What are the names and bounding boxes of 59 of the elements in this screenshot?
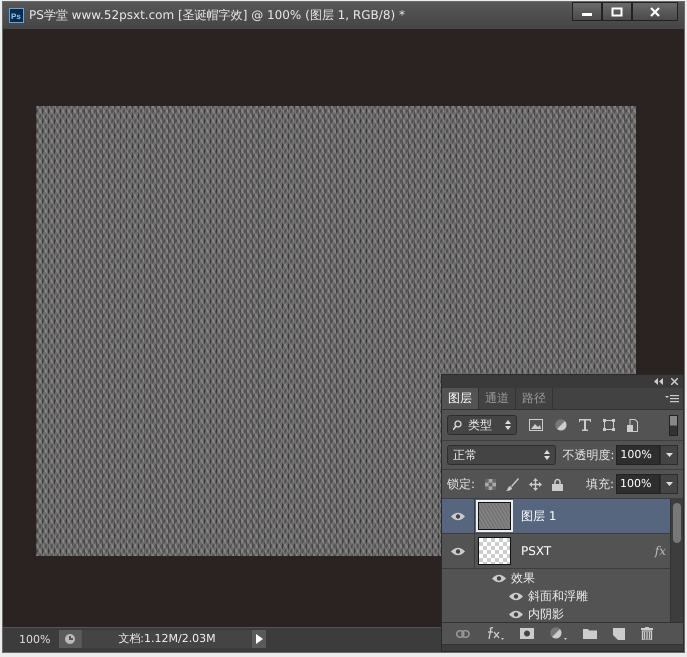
add-style-icon[interactable] — [486, 627, 504, 640]
layer-thumbnail — [478, 502, 511, 530]
effect-name: 内阴影 — [528, 606, 564, 622]
effects-label: 效果 — [511, 570, 535, 586]
lock-transparency-icon[interactable] — [485, 478, 496, 490]
effect-row[interactable]: 内阴影 — [442, 605, 670, 622]
trash-icon[interactable] — [641, 627, 653, 640]
maximize-icon[interactable] — [611, 6, 623, 16]
up-down-arrows-icon[interactable] — [505, 420, 511, 430]
lock-label: 锁定: — [447, 476, 476, 492]
layer-thumbnail — [478, 537, 511, 565]
up-down-arrows-icon[interactable] — [544, 450, 550, 460]
padlock-icon[interactable] — [552, 478, 564, 490]
image-filter-icon[interactable] — [529, 419, 543, 431]
link-icon[interactable] — [456, 630, 470, 638]
maximize-button[interactable] — [602, 2, 632, 21]
effects-row[interactable]: 效果 — [442, 569, 670, 587]
window-title: PS学堂 www.52psxt.com [圣诞帽字效] @ 100% (图层 1, RGB/8) * — [29, 7, 405, 24]
resize-grip[interactable] — [442, 645, 683, 651]
type-filter-icon[interactable] — [579, 419, 591, 431]
zoom-level[interactable]: 100% — [3, 632, 53, 646]
smart-object-filter-icon[interactable] — [627, 418, 638, 432]
move-icon[interactable] — [529, 478, 542, 490]
collapse-icon[interactable] — [654, 378, 663, 385]
app-logo-icon: Ps — [9, 8, 24, 23]
blend-mode-dropdown[interactable]: 正常 — [447, 445, 556, 465]
opacity-field[interactable]: 100% — [616, 445, 660, 465]
effect-row[interactable]: 斜面和浮雕 — [442, 587, 670, 605]
panel-tab[interactable]: 通道 — [479, 388, 516, 409]
layer-name: PSXT — [521, 544, 552, 558]
new-layer-icon[interactable] — [613, 628, 625, 640]
layer-name: 图层 1 — [521, 508, 556, 524]
adjustment-filter-icon[interactable] — [555, 419, 567, 431]
document-size-info: 文档:1.12M/2.03M — [81, 630, 252, 648]
panel-tab[interactable]: 图层 — [442, 388, 479, 409]
fill-label: 填充: — [586, 476, 614, 492]
effect-name: 斜面和浮雕 — [528, 588, 588, 604]
minimize-button[interactable] — [572, 2, 602, 21]
caret-icon[interactable] — [666, 453, 673, 457]
close-icon[interactable] — [671, 378, 678, 385]
caret-icon[interactable] — [666, 482, 672, 486]
document-status-icon[interactable] — [59, 630, 81, 648]
fill-field[interactable]: 100% — [616, 474, 660, 494]
adjustment-layer-icon[interactable] — [550, 627, 567, 640]
filter-dropdown[interactable]: 类型 — [447, 415, 517, 435]
fill-dropdown-button[interactable] — [660, 474, 678, 494]
search-icon[interactable] — [453, 420, 462, 430]
mask-icon[interactable] — [520, 628, 534, 639]
panel-tab[interactable]: 路径 — [516, 388, 553, 409]
opacity-dropdown-button[interactable] — [660, 445, 678, 465]
opacity-label: 不透明度: — [562, 446, 614, 464]
effects-indicator[interactable]: fx — [654, 544, 666, 558]
filter-toggle[interactable] — [669, 414, 678, 436]
layer-row[interactable]: 图层 1 — [442, 499, 670, 534]
shape-filter-icon[interactable] — [603, 419, 615, 431]
scrollbar[interactable] — [670, 499, 683, 622]
brush-icon[interactable] — [506, 478, 520, 490]
layer-row[interactable]: PSXT fx — [442, 534, 670, 569]
close-button[interactable] — [632, 2, 678, 21]
